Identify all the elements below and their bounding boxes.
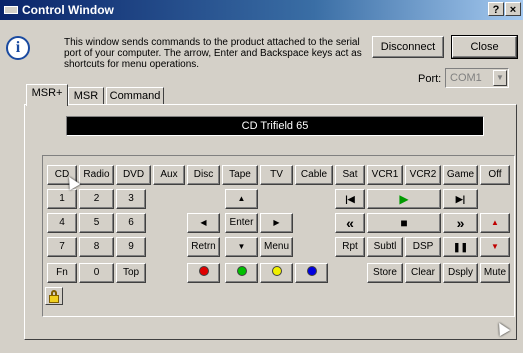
fast-forward-button[interactable]: » bbox=[443, 213, 478, 233]
subtitle-button[interactable]: Subtl bbox=[367, 237, 403, 257]
lock-button[interactable] bbox=[45, 287, 63, 305]
volume-up-button[interactable]: ▲ bbox=[480, 213, 510, 233]
previous-track-button[interactable]: |◀ bbox=[335, 189, 365, 209]
port-label: Port: bbox=[418, 73, 442, 85]
key-3-button[interactable]: 3 bbox=[116, 189, 146, 209]
play-button[interactable]: ▶ bbox=[367, 189, 441, 209]
display-button[interactable]: Dsply bbox=[443, 263, 478, 283]
key-7-button[interactable]: 7 bbox=[47, 237, 77, 257]
tab-msr[interactable]: MSR bbox=[68, 87, 104, 105]
tab-msr-plus[interactable]: MSR+ bbox=[26, 84, 68, 106]
source-dvd-button[interactable]: DVD bbox=[116, 165, 151, 185]
nav-right-button[interactable]: ▶ bbox=[260, 213, 293, 233]
help-button[interactable]: ? bbox=[488, 2, 504, 16]
window-icon[interactable] bbox=[4, 6, 18, 14]
store-button[interactable]: Store bbox=[367, 263, 403, 283]
green-button[interactable] bbox=[225, 263, 258, 283]
key-1-button[interactable]: 1 bbox=[47, 189, 77, 209]
green-dot-icon bbox=[236, 266, 247, 277]
source-aux-button[interactable]: Aux bbox=[153, 165, 185, 185]
source-game-button[interactable]: Game bbox=[443, 165, 478, 185]
top-button[interactable]: Top bbox=[116, 263, 146, 283]
pause-button[interactable]: ❚❚ bbox=[443, 237, 478, 257]
source-vcr1-button[interactable]: VCR1 bbox=[367, 165, 403, 185]
yellow-button[interactable] bbox=[260, 263, 293, 283]
dsp-button[interactable]: DSP bbox=[405, 237, 441, 257]
mute-button[interactable]: Mute bbox=[480, 263, 510, 283]
volume-down-icon: ▼ bbox=[491, 242, 499, 251]
close-window-button[interactable]: × bbox=[505, 2, 521, 16]
play-icon: ▶ bbox=[399, 192, 409, 206]
tab-command[interactable]: Command bbox=[106, 87, 164, 105]
fn-button[interactable]: Fn bbox=[47, 263, 77, 283]
info-icon: i bbox=[6, 36, 30, 60]
next-track-button[interactable]: ▶| bbox=[443, 189, 478, 209]
rewind-button[interactable]: « bbox=[335, 213, 365, 233]
key-0-button[interactable]: 0 bbox=[79, 263, 114, 283]
blue-button[interactable] bbox=[295, 263, 328, 283]
source-disc-button[interactable]: Disc bbox=[187, 165, 220, 185]
key-2-button[interactable]: 2 bbox=[79, 189, 114, 209]
source-tv-button[interactable]: TV bbox=[260, 165, 293, 185]
key-4-button[interactable]: 4 bbox=[47, 213, 77, 233]
title-bar: Control Window ? × bbox=[0, 0, 523, 20]
disconnect-button[interactable]: Disconnect bbox=[372, 36, 444, 58]
red-dot-icon bbox=[198, 266, 209, 277]
nav-up-button[interactable]: ▲ bbox=[225, 189, 258, 209]
port-value: COM1 bbox=[450, 72, 482, 84]
source-cable-button[interactable]: Cable bbox=[295, 165, 333, 185]
volume-up-icon: ▲ bbox=[491, 218, 499, 227]
close-button[interactable]: Close bbox=[451, 35, 518, 59]
enter-button[interactable]: Enter bbox=[225, 213, 258, 233]
power-off-button[interactable]: Off bbox=[480, 165, 510, 185]
key-9-button[interactable]: 9 bbox=[116, 237, 146, 257]
lock-body bbox=[49, 295, 59, 303]
info-text: This window sends commands to the produc… bbox=[64, 37, 362, 70]
window-title: Control Window bbox=[22, 3, 114, 17]
menu-button[interactable]: Menu bbox=[260, 237, 293, 257]
nav-down-button[interactable]: ▼ bbox=[225, 237, 258, 257]
stop-button[interactable]: ■ bbox=[367, 213, 441, 233]
yellow-dot-icon bbox=[271, 266, 282, 277]
port-select[interactable]: COM1 ▼ bbox=[445, 68, 509, 88]
repeat-button[interactable]: Rpt bbox=[335, 237, 365, 257]
status-display: CD Trifield 65 bbox=[66, 116, 484, 136]
source-sat-button[interactable]: Sat bbox=[335, 165, 365, 185]
nav-left-button[interactable]: ◀ bbox=[187, 213, 220, 233]
volume-down-button[interactable]: ▼ bbox=[480, 237, 510, 257]
source-vcr2-button[interactable]: VCR2 bbox=[405, 165, 441, 185]
source-radio-button[interactable]: Radio bbox=[79, 165, 114, 185]
return-button[interactable]: Retrn bbox=[187, 237, 220, 257]
blue-dot-icon bbox=[306, 266, 317, 277]
key-5-button[interactable]: 5 bbox=[79, 213, 114, 233]
red-button[interactable] bbox=[187, 263, 220, 283]
source-tape-button[interactable]: Tape bbox=[222, 165, 258, 185]
key-8-button[interactable]: 8 bbox=[79, 237, 114, 257]
chevron-down-icon[interactable]: ▼ bbox=[493, 70, 507, 86]
key-6-button[interactable]: 6 bbox=[116, 213, 146, 233]
clear-button[interactable]: Clear bbox=[405, 263, 441, 283]
